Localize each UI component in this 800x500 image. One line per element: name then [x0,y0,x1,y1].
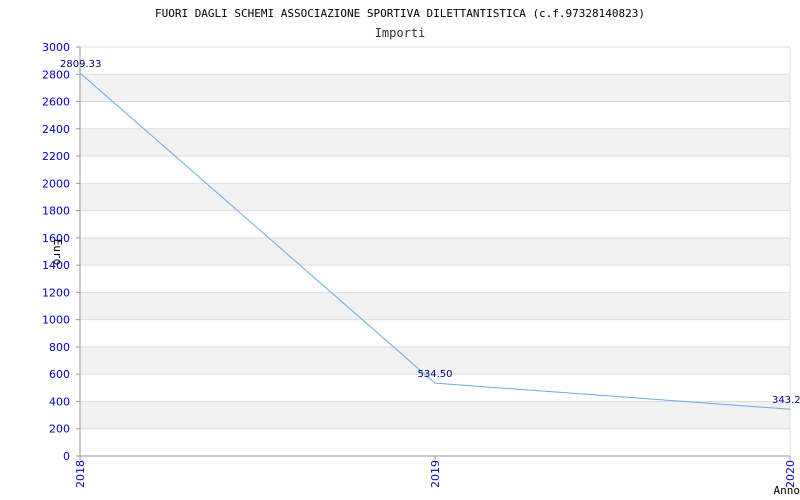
plot-band [80,319,790,347]
plot-bands [80,47,790,456]
y-tick-label: 2800 [42,68,70,81]
plot-band [80,210,790,238]
plot-band [80,292,790,320]
plot-band [80,183,790,211]
y-tick-label: 200 [49,423,70,436]
y-tick-label: 800 [49,341,70,354]
data-label: 534.50 [418,369,453,380]
chart-title: FUORI DAGLI SCHEMI ASSOCIAZIONE SPORTIVA… [155,7,645,20]
plot-band [80,128,790,157]
x-tick-label: 2019 [429,460,442,488]
y-tick-label: 400 [49,395,70,408]
plot-band [80,428,790,456]
data-label: 2809.33 [60,59,101,70]
y-tick-label: 2000 [42,177,70,190]
y-tick-label: 1200 [42,286,70,299]
plot-band [80,101,790,129]
x-axis-label: Anno [774,484,800,497]
plot-band [80,237,790,266]
plot-band [80,47,790,75]
line-chart: 0200400600800100012001400160018002000220… [42,7,800,497]
plot-band [80,265,790,293]
chart-subtitle: Importi [375,26,426,40]
y-tick-label: 2600 [42,96,70,109]
y-tick-label: 0 [63,450,70,463]
plot-band [80,156,790,184]
y-tick-label: 3000 [42,41,70,54]
plot-band [80,401,790,429]
y-tick-label: 2400 [42,123,70,136]
y-tick-label: 2200 [42,150,70,163]
plot-band [80,74,790,102]
x-tick-label: 2018 [74,460,87,488]
y-tick-label: 1800 [42,205,70,218]
y-tick-label: 600 [49,368,70,381]
y-tick-label: 1000 [42,314,70,327]
y-axis-label: Euro [51,239,64,266]
data-label: 343.2 [772,395,800,406]
x-tick-labels: 2018 2019 2020 [74,460,797,488]
